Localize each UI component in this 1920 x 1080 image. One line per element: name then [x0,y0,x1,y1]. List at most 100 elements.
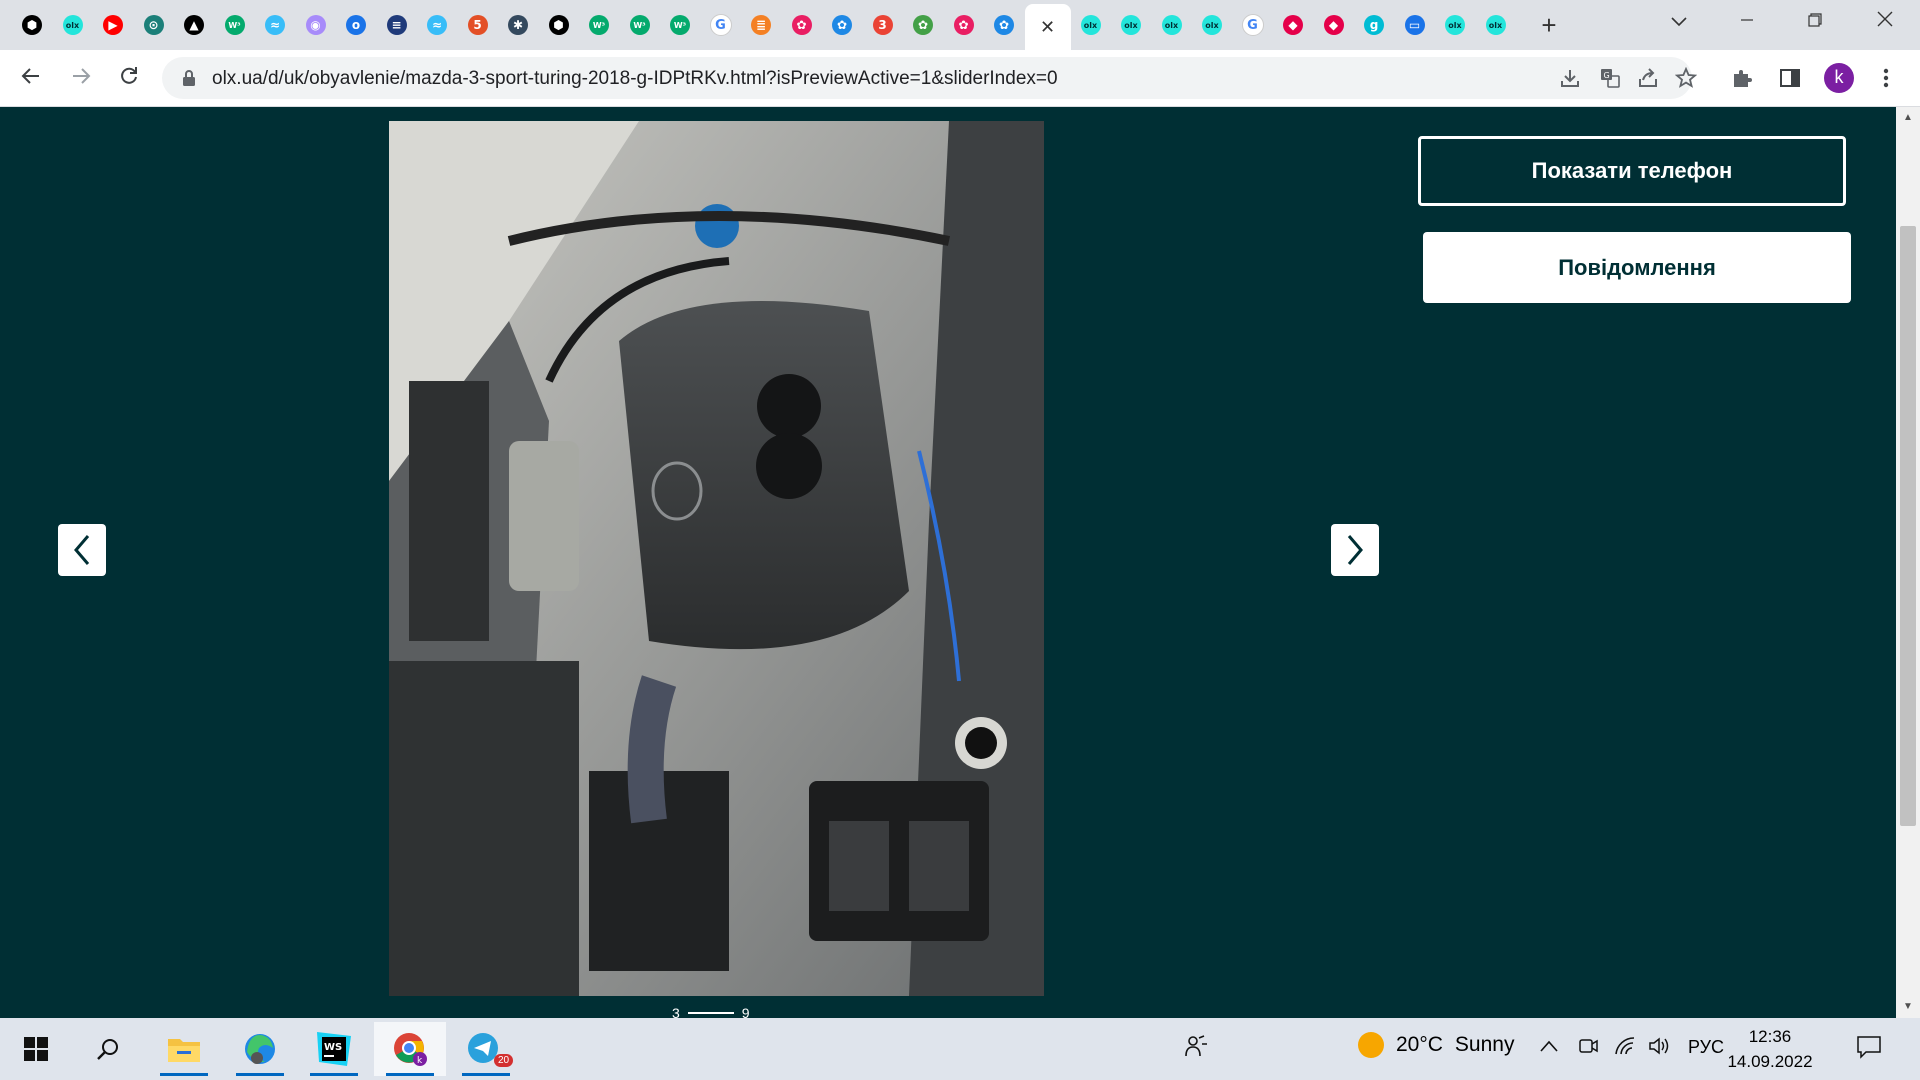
scroll-up-arrow-icon[interactable]: ▲ [1896,107,1920,129]
browser-tab[interactable]: olx [1073,8,1109,42]
browser-tab[interactable]: ✿ [824,8,860,42]
browser-tab[interactable]: ✱ [500,8,536,42]
chevron-left-icon [74,535,90,565]
url-text[interactable]: olx.ua/d/uk/obyavlenie/mazda-3-sport-tur… [212,68,1058,90]
close-window-button[interactable] [1862,6,1908,36]
speaker-icon [1649,1037,1669,1055]
people-button[interactable] [1184,1034,1208,1063]
browser-tab[interactable]: W³ [581,8,617,42]
olx-icon: olx [62,15,83,35]
browser-toolbar: olx.ua/d/uk/obyavlenie/mazda-3-sport-tur… [0,50,1920,107]
arrow-left-icon [21,68,39,84]
browser-tab[interactable]: ▭ [1397,8,1433,42]
apollo-icon: ◉ [305,15,326,35]
share-button[interactable] [1634,64,1662,92]
edge-button[interactable] [224,1022,296,1076]
extensions-button[interactable] [1728,64,1756,92]
browser-tab[interactable]: ✿ [784,8,820,42]
browser-tab[interactable]: ≣ [743,8,779,42]
browser-tab[interactable]: ▶ [95,8,131,42]
chevron-up-icon [1540,1040,1558,1052]
weather-widget[interactable]: 20°C Sunny [1358,1032,1514,1058]
browser-tab[interactable]: o [338,8,374,42]
lock-icon[interactable] [182,69,196,87]
page-scrollbar[interactable]: ▲ ▼ [1896,107,1920,1018]
listing-photo[interactable] [389,121,1044,996]
browser-tab[interactable]: W³ [622,8,658,42]
active-tab[interactable]: ✕ [1024,4,1071,50]
bookmark-button[interactable] [1672,64,1700,92]
show-phone-button[interactable]: Показати телефон [1418,136,1846,206]
install-app-button[interactable] [1556,64,1584,92]
browser-tab[interactable]: olx [1154,8,1190,42]
telegram-button[interactable]: 20 [450,1022,522,1076]
codepen-icon: ⬢ [548,15,569,35]
wifi-button[interactable] [1614,1036,1636,1061]
side-panel-button[interactable] [1776,64,1804,92]
browser-tab[interactable]: W³ [217,8,253,42]
browser-tab[interactable]: ⬢ [541,8,577,42]
browser-tab[interactable]: ≈ [419,8,455,42]
forward-button[interactable] [66,64,96,94]
webstorm-button[interactable]: WS [298,1022,370,1076]
w3schools-icon: W³ [670,15,690,35]
html5-icon: 5 [467,15,488,35]
tab-search-button[interactable] [1656,6,1702,36]
browser-tab[interactable]: ≈ [257,8,293,42]
flowers-icon: ✿ [832,15,852,35]
browser-menu-button[interactable] [1872,64,1900,92]
browser-tab[interactable]: olx [55,8,91,42]
message-button[interactable]: Повідомлення [1423,232,1851,303]
browser-tab[interactable]: 3 [865,8,901,42]
action-center-button[interactable] [1856,1034,1882,1065]
browser-tab[interactable]: ⊙ [136,8,172,42]
scrollbar-thumb[interactable] [1900,226,1916,826]
scroll-down-arrow-icon[interactable]: ▼ [1896,996,1920,1018]
browser-tab[interactable]: ✿ [905,8,941,42]
search-button[interactable] [72,1022,144,1076]
browser-tab[interactable]: ✿ [986,8,1022,42]
file-explorer-button[interactable] [148,1022,220,1076]
reload-button[interactable] [114,64,144,94]
close-tab-icon[interactable]: ✕ [1040,17,1055,38]
volume-button[interactable] [1648,1036,1670,1061]
browser-tab[interactable]: g [1356,8,1392,42]
translate-button[interactable]: G [1596,64,1624,92]
browser-tab[interactable]: 5 [460,8,496,42]
svg-text:k: k [417,1056,423,1066]
browser-tab[interactable]: W³ [662,8,698,42]
side-panel-icon [1780,69,1800,87]
photo-counter-current: 3 [672,1005,680,1018]
show-hidden-icons-button[interactable] [1540,1036,1558,1057]
profile-avatar[interactable]: k [1824,63,1854,93]
camera-icon [1579,1039,1598,1053]
browser-tab[interactable]: G [1235,8,1271,42]
browser-tab[interactable]: ◉ [298,8,334,42]
settings-app-icon: ✱ [508,15,528,35]
new-tab-button[interactable]: + [1534,10,1564,40]
browser-tab[interactable]: ◆ [1275,8,1311,42]
start-button[interactable] [0,1022,72,1076]
minimize-icon [1741,19,1753,21]
minimize-button[interactable] [1724,6,1770,36]
people-icon [1185,1035,1207,1057]
restore-button[interactable] [1792,6,1838,36]
system-clock[interactable]: 12:36 14.09.2022 [1710,1024,1830,1074]
next-photo-button[interactable] [1331,524,1379,576]
browser-tab[interactable]: ◆ [1316,8,1352,42]
meet-now-button[interactable] [1578,1036,1598,1061]
browser-tab[interactable]: G [703,8,739,42]
chrome-button[interactable]: k [374,1022,446,1076]
browser-tab[interactable]: olx [1437,8,1473,42]
address-bar[interactable]: olx.ua/d/uk/obyavlenie/mazda-3-sport-tur… [162,57,1697,99]
browser-tab[interactable]: olx [1113,8,1149,42]
browser-tab[interactable]: olx [1194,8,1230,42]
browser-tab[interactable]: ⬢ [14,8,50,42]
browser-tab[interactable]: ≡ [379,8,415,42]
youtube-icon: ▶ [103,15,123,35]
browser-tab[interactable]: ✿ [946,8,982,42]
browser-tab[interactable]: ▲ [176,8,212,42]
back-button[interactable] [16,64,46,94]
previous-photo-button[interactable] [58,524,106,576]
browser-tab[interactable]: olx [1478,8,1514,42]
